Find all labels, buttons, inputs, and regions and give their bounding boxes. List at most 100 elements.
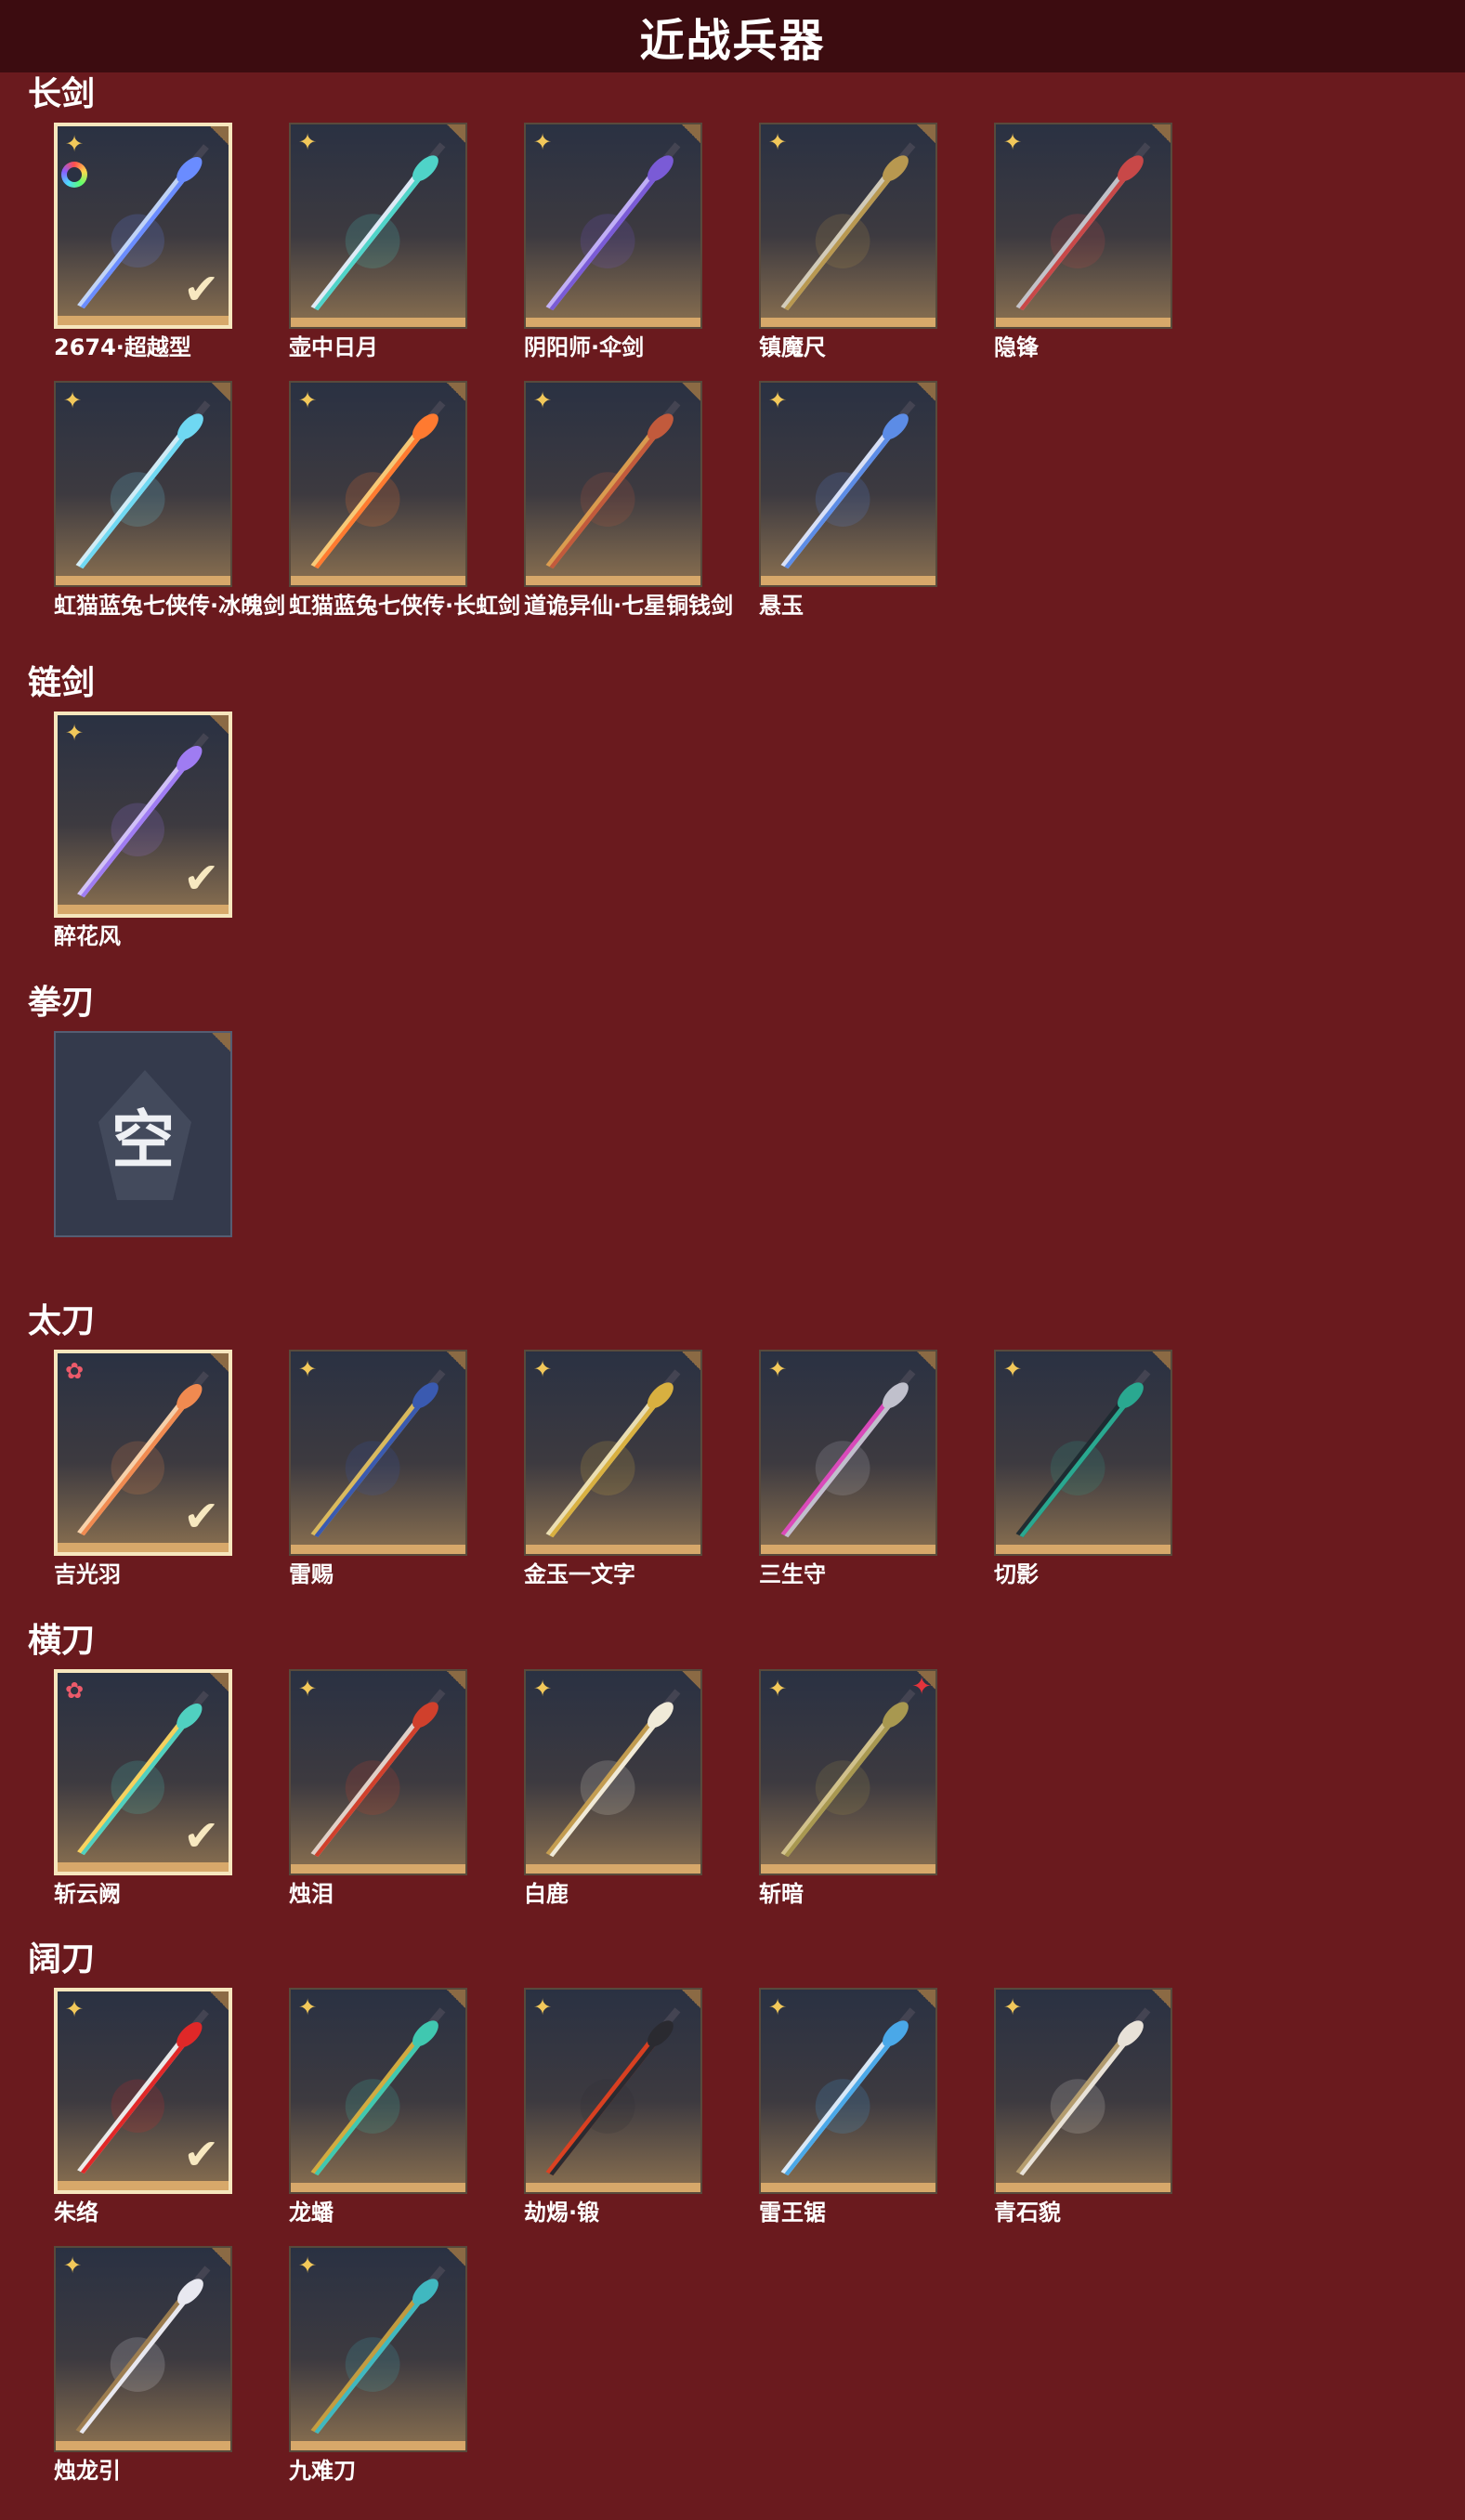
section-title: 链剑 — [28, 664, 96, 702]
weapon-item[interactable]: ✦ 龙蟠 — [289, 1988, 467, 2226]
weapon-item[interactable]: ✦ 镇魔尺 — [759, 123, 937, 360]
weapon-card[interactable]: ✦ — [524, 1988, 702, 2194]
weapon-item[interactable]: ✿ ✔ 斩云阙 — [54, 1669, 232, 1907]
empty-label: 空 — [111, 1103, 175, 1178]
weapon-item[interactable]: ✿ ✔ 吉光羽 — [54, 1350, 232, 1587]
weapon-item[interactable]: ✦ 劫焬·锻 — [524, 1988, 702, 2226]
weapon-grid: ✿ ✔ 吉光羽 ✦ 雷赐 ✦ 金玉一文字 ✦ 三生守 ✦ 切影 — [54, 1350, 1457, 1587]
weapon-card[interactable]: ✦ — [289, 123, 467, 329]
weapon-card[interactable]: ✦ — [524, 1350, 702, 1556]
weapon-item[interactable]: ✦ ✔ 醉花风 — [54, 712, 232, 949]
weapon-item[interactable]: ✦ ✔ 朱络 — [54, 1988, 232, 2226]
weapon-item[interactable]: ✦ ✔ 2674·超越型 — [54, 123, 232, 360]
four-point-star-icon: ✦ — [63, 2252, 83, 2278]
weapon-card[interactable]: ✦ — [759, 1350, 937, 1556]
corner-tab-icon — [447, 1990, 465, 2008]
weapon-image — [780, 2007, 916, 2176]
four-point-star-icon: ✦ — [65, 131, 85, 157]
weapon-item[interactable]: ✦ 雷赐 — [289, 1350, 467, 1587]
weapon-item[interactable]: ✦ 白鹿 — [524, 1669, 702, 1907]
weapon-card[interactable]: ✦ — [289, 1669, 467, 1875]
weapon-card[interactable]: ✦ — [289, 381, 467, 587]
empty-slot-card[interactable]: 空 — [54, 1031, 232, 1237]
corner-tab-icon — [917, 124, 935, 143]
weapon-name: 道诡异仙·七星铜钱剑 — [524, 593, 734, 619]
corner-tab-icon — [447, 1351, 465, 1370]
weapon-item[interactable]: ✦ 阴阳师·伞剑 — [524, 123, 702, 360]
four-point-star-icon: ✦ — [298, 387, 318, 413]
four-point-star-icon: ✦ — [768, 387, 788, 413]
weapon-card[interactable]: ✦ — [289, 2246, 467, 2452]
weapon-card[interactable]: ✦ ✔ — [54, 123, 232, 329]
corner-tab-icon — [917, 383, 935, 401]
four-point-star-icon: ✦ — [65, 720, 85, 746]
section-title: 太刀 — [28, 1302, 96, 1340]
weapon-name: 雷王锯 — [759, 2200, 826, 2226]
section-title: 横刀 — [28, 1622, 96, 1660]
weapon-item[interactable]: ✦ 虹猫蓝兔七侠传·冰魄剑 — [54, 381, 286, 619]
weapon-item[interactable]: 空 — [54, 1031, 232, 1243]
weapon-image — [780, 1369, 916, 1538]
weapon-card[interactable]: ✿ ✔ — [54, 1350, 232, 1556]
four-point-star-icon: ✦ — [533, 1356, 553, 1382]
corner-tab-icon — [210, 715, 229, 734]
weapon-card[interactable]: ✦ — [289, 1988, 467, 2194]
weapon-item[interactable]: ✦ 金玉一文字 — [524, 1350, 702, 1587]
checkmark-icon: ✔ — [183, 1810, 219, 1861]
weapon-name: 雷赐 — [289, 1561, 334, 1587]
weapon-card[interactable]: ✦ — [994, 123, 1172, 329]
weapon-name: 虹猫蓝兔七侠传·冰魄剑 — [54, 593, 286, 619]
weapon-card[interactable]: ✦ — [54, 381, 232, 587]
weapon-item[interactable]: ✦ 切影 — [994, 1350, 1172, 1587]
weapon-item[interactable]: ✦ 烛泪 — [289, 1669, 467, 1907]
section-title: 拳刃 — [28, 984, 96, 1022]
weapon-card[interactable]: ✦ ✦ — [759, 1669, 937, 1875]
weapon-item[interactable]: ✦ 隐锋 — [994, 123, 1172, 360]
weapon-item[interactable]: ✦ 青石貌 — [994, 1988, 1172, 2226]
weapon-item[interactable]: ✦ 道诡异仙·七星铜钱剑 — [524, 381, 734, 619]
corner-tab-icon — [210, 1673, 229, 1691]
weapon-card[interactable]: ✦ — [759, 381, 937, 587]
weapon-name: 白鹿 — [524, 1881, 569, 1907]
weapon-image — [545, 1369, 681, 1538]
weapon-image — [1015, 1369, 1151, 1538]
weapon-card[interactable]: ✦ — [524, 381, 702, 587]
weapon-grid: ✿ ✔ 斩云阙 ✦ 烛泪 ✦ 白鹿 ✦ ✦ 斩暗 — [54, 1669, 1457, 1907]
weapon-item[interactable]: ✦ ✦ 斩暗 — [759, 1669, 937, 1907]
weapon-item[interactable]: ✦ 虹猫蓝兔七侠传·长虹剑 — [289, 381, 520, 619]
weapon-name: 斩暗 — [759, 1881, 804, 1907]
checkmark-icon: ✔ — [183, 264, 219, 314]
corner-tab-icon — [210, 1353, 229, 1372]
weapon-card[interactable]: ✦ — [54, 2246, 232, 2452]
corner-tab-icon — [1152, 1990, 1171, 2008]
weapon-item[interactable]: ✦ 壶中日月 — [289, 123, 467, 360]
red-badge-icon: ✦ — [911, 1673, 932, 1701]
weapon-grid: ✦ ✔ 2674·超越型 ✦ 壶中日月 ✦ 阴阳师·伞剑 ✦ 镇魔尺 ✦ 隐锋 ✦ 虹猫蓝兔七侠传·冰魄… — [54, 123, 1457, 619]
four-point-star-icon: ✦ — [768, 129, 788, 155]
weapon-item[interactable]: ✦ 雷王锯 — [759, 1988, 937, 2226]
weapon-card[interactable]: ✦ — [994, 1988, 1172, 2194]
weapon-name: 金玉一文字 — [524, 1561, 635, 1587]
weapon-card[interactable]: ✦ — [759, 123, 937, 329]
weapon-item[interactable]: ✦ 三生守 — [759, 1350, 937, 1587]
weapon-card[interactable]: ✦ ✔ — [54, 1988, 232, 2194]
weapon-name: 青石貌 — [994, 2200, 1061, 2226]
weapon-item[interactable]: ✦ 烛龙引 — [54, 2246, 232, 2484]
weapon-item[interactable]: ✦ 九难刀 — [289, 2246, 467, 2484]
corner-tab-icon — [447, 124, 465, 143]
weapon-card[interactable]: ✦ — [289, 1350, 467, 1556]
weapon-card[interactable]: ✦ — [994, 1350, 1172, 1556]
weapon-card[interactable]: ✦ ✔ — [54, 712, 232, 918]
weapon-image — [310, 142, 446, 311]
corner-tab-icon — [212, 2248, 230, 2266]
weapon-card[interactable]: ✦ — [524, 1669, 702, 1875]
weapon-card[interactable]: ✦ — [759, 1988, 937, 2194]
weapon-card[interactable]: ✦ — [524, 123, 702, 329]
weapon-image — [75, 400, 211, 569]
weapon-grid: 空 — [54, 1031, 1457, 1243]
weapon-card[interactable]: ✿ ✔ — [54, 1669, 232, 1875]
weapon-item[interactable]: ✦ 悬玉 — [759, 381, 937, 619]
flower-star-icon: ✿ — [65, 1358, 85, 1384]
weapon-name: 隐锋 — [994, 334, 1039, 360]
weapon-grid: ✦ ✔ 醉花风 — [54, 712, 1457, 949]
